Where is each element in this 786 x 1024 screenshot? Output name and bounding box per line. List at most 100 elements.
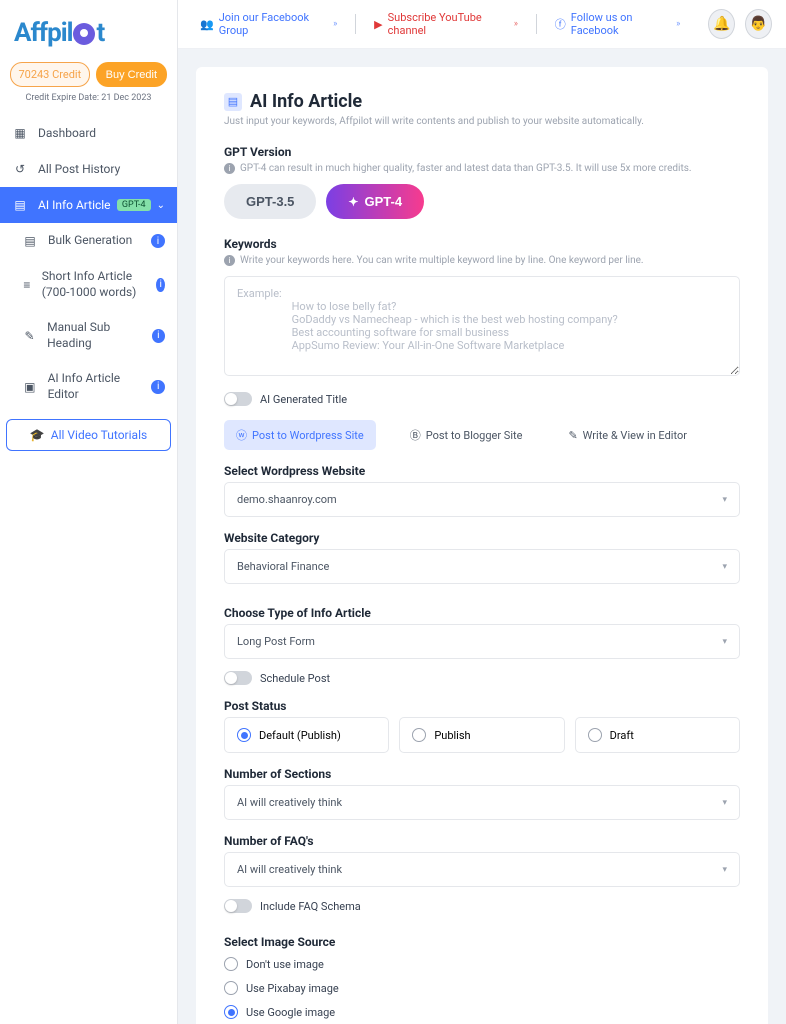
users-icon: 👥 (200, 18, 214, 31)
chevron-icon: » (333, 19, 337, 29)
category-label: Website Category (224, 531, 740, 545)
youtube-icon: ▶ (374, 18, 382, 31)
blogger-icon: Ⓑ (410, 427, 421, 443)
status-default[interactable]: Default (Publish) (224, 717, 389, 753)
credit-expire: Credit Expire Date: 21 Dec 2023 (0, 93, 177, 115)
credit-balance: 70243 Credit (10, 62, 90, 87)
gpt-label: GPT Version (224, 145, 740, 159)
post-status-label: Post Status (224, 699, 740, 713)
info-icon: i (152, 329, 165, 343)
gpt4-badge: GPT-4 (117, 199, 151, 211)
dashboard-icon: ▦ (12, 125, 28, 141)
nav-history[interactable]: ↺ All Post History (0, 151, 177, 187)
nav-bulk[interactable]: ▤ Bulk Generation i (0, 223, 177, 259)
main-card: ▤ AI Info Article Just input your keywor… (196, 67, 768, 1024)
buy-credit-button[interactable]: Buy Credit (96, 62, 167, 87)
schedule-label: Schedule Post (260, 672, 330, 685)
logo[interactable]: Affpilt (0, 0, 177, 62)
keywords-note: i Write your keywords here. You can writ… (224, 255, 740, 266)
gpt35-button[interactable]: GPT-3.5 (224, 184, 316, 219)
info-icon: i (156, 278, 165, 292)
faqs-label: Number of FAQ's (224, 834, 740, 848)
nav-short[interactable]: ≡ Short Info Article (700-1000 words) i (0, 259, 177, 310)
edit-icon: ✎ (568, 429, 577, 442)
wp-site-label: Select Wordpress Website (224, 464, 740, 478)
ai-title-toggle[interactable] (224, 392, 252, 406)
short-icon: ≡ (22, 277, 32, 293)
divider (355, 14, 356, 34)
image-none[interactable]: Don't use image (224, 957, 740, 971)
caret-icon: ▾ (722, 637, 727, 647)
page-title: AI Info Article (250, 91, 362, 112)
manual-icon: ✎ (22, 328, 37, 344)
chevron-icon: » (676, 19, 680, 29)
nav-ai-info[interactable]: ▤ AI Info Article GPT-4 ⌄ (0, 187, 177, 223)
info-icon: i (151, 380, 165, 394)
sparkle-icon (348, 194, 358, 209)
wordpress-icon: ⓦ (236, 427, 247, 443)
logo-dot-icon (73, 23, 95, 45)
status-publish[interactable]: Publish (399, 717, 564, 753)
nav-editor[interactable]: ▣ AI Info Article Editor i (0, 361, 177, 412)
image-pixabay[interactable]: Use Pixabay image (224, 981, 740, 995)
ai-title-label: AI Generated Title (260, 393, 347, 406)
faq-schema-toggle[interactable] (224, 899, 252, 913)
history-icon: ↺ (12, 161, 28, 177)
status-draft[interactable]: Draft (575, 717, 740, 753)
radio-icon (224, 981, 238, 995)
faq-schema-label: Include FAQ Schema (260, 900, 361, 913)
fb-group-link[interactable]: 👥 Join our Facebook Group » (192, 8, 345, 40)
radio-icon (237, 728, 251, 742)
graduation-icon: 🎓 (30, 428, 45, 442)
chevron-icon: » (514, 19, 518, 29)
nav-manual[interactable]: ✎ Manual Sub Heading i (0, 310, 177, 361)
tutorials-button[interactable]: 🎓 All Video Tutorials (6, 419, 171, 451)
image-google[interactable]: Use Google image (224, 1005, 740, 1019)
caret-icon: ▾ (722, 865, 727, 875)
tab-blogger[interactable]: Ⓑ Post to Blogger Site (398, 420, 535, 450)
tab-wordpress[interactable]: ⓦ Post to Wordpress Site (224, 420, 376, 450)
editor-icon: ▣ (22, 379, 38, 395)
logo-text: Affpilt (14, 18, 104, 48)
category-select[interactable]: Behavioral Finance ▾ (224, 549, 740, 584)
caret-icon: ▾ (722, 798, 727, 808)
image-source-label: Select Image Source (224, 935, 740, 949)
type-label: Choose Type of Info Article (224, 606, 740, 620)
tab-editor[interactable]: ✎ Write & View in Editor (556, 422, 699, 449)
youtube-link[interactable]: ▶ Subscribe YouTube channel » (366, 8, 526, 40)
gpt4-button[interactable]: GPT-4 (326, 184, 424, 219)
faqs-select[interactable]: AI will creatively think ▾ (224, 852, 740, 887)
nav-dashboard[interactable]: ▦ Dashboard (0, 115, 177, 151)
nav-list: ▦ Dashboard ↺ All Post History ▤ AI Info… (0, 115, 177, 1024)
fb-follow-link[interactable]: ⓕ Follow us on Facebook » (547, 8, 689, 40)
wp-site-select[interactable]: demo.shaanroy.com ▾ (224, 482, 740, 517)
radio-icon (412, 728, 426, 742)
sections-select[interactable]: AI will creatively think ▾ (224, 785, 740, 820)
avatar-icon: 👨 (750, 16, 767, 32)
info-icon: i (151, 234, 165, 248)
keywords-input[interactable] (224, 276, 740, 376)
radio-icon (224, 1005, 238, 1019)
caret-icon: ▾ (722, 495, 727, 505)
chevron-down-icon: ⌄ (157, 200, 165, 211)
radio-icon (224, 957, 238, 971)
page-icon: ▤ (224, 93, 242, 111)
page-desc: Just input your keywords, Affpilot will … (224, 116, 740, 127)
sidebar: Affpilt 70243 Credit Buy Credit Credit E… (0, 0, 178, 1024)
schedule-toggle[interactable] (224, 671, 252, 685)
divider (536, 14, 537, 34)
sections-label: Number of Sections (224, 767, 740, 781)
caret-icon: ▾ (722, 562, 727, 572)
gpt-note: i GPT-4 can result in much higher qualit… (224, 163, 740, 174)
keywords-label: Keywords (224, 237, 740, 251)
notifications-button[interactable]: 🔔 (708, 9, 735, 39)
bell-icon: 🔔 (713, 16, 730, 32)
article-icon: ▤ (12, 197, 28, 213)
topbar: 👥 Join our Facebook Group » ▶ Subscribe … (178, 0, 786, 49)
bulk-icon: ▤ (22, 233, 38, 249)
type-select[interactable]: Long Post Form ▾ (224, 624, 740, 659)
user-avatar[interactable]: 👨 (745, 9, 772, 39)
radio-icon (588, 728, 602, 742)
facebook-icon: ⓕ (555, 16, 566, 32)
info-icon: i (224, 163, 235, 174)
